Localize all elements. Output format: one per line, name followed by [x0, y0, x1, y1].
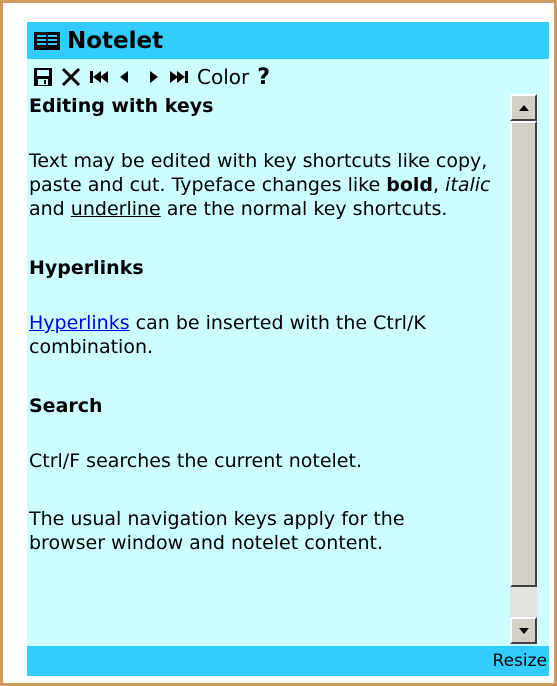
- section-heading-editing: Editing with keys: [29, 95, 214, 117]
- section-heading-hyperlinks: Hyperlinks: [29, 257, 144, 279]
- delete-icon[interactable]: [61, 65, 81, 89]
- scroll-down-button[interactable]: [510, 617, 537, 644]
- notelet-status-bar: Resize: [27, 646, 549, 676]
- last-icon[interactable]: [169, 65, 189, 89]
- first-icon[interactable]: [89, 65, 109, 89]
- scrollbar-thumb[interactable]: [510, 121, 537, 587]
- bold-word: bold: [386, 174, 433, 196]
- save-icon[interactable]: [33, 65, 53, 89]
- underline-word: underline: [70, 198, 161, 220]
- help-button[interactable]: ?: [257, 65, 270, 90]
- hyperlinks-link[interactable]: Hyperlinks: [29, 312, 130, 334]
- section-heading-search: Search: [29, 395, 103, 417]
- separator-2: and: [29, 198, 71, 220]
- italic-word: italic: [445, 174, 491, 196]
- trailing-text: The usual navigation keys apply for the: [29, 508, 405, 530]
- notelet-title-bar: Notelet: [27, 22, 549, 59]
- notelet-title: Notelet: [67, 27, 164, 54]
- color-button[interactable]: Color: [197, 65, 249, 89]
- scroll-up-button[interactable]: [510, 94, 537, 121]
- arrow-up-icon: [518, 104, 529, 111]
- notelet-content-area[interactable]: Editing with keys Text may be edited wit…: [27, 93, 549, 646]
- section-text-editing: Text may be edited with key shortcuts li…: [29, 149, 509, 221]
- notelet-toolbar: Color ?: [27, 61, 549, 93]
- previous-icon[interactable]: [117, 65, 131, 89]
- resize-handle[interactable]: Resize: [493, 651, 547, 671]
- editing-text-b: are the normal key shortcuts.: [160, 198, 448, 220]
- section-text-hyperlinks: Hyperlinks can be inserted with the Ctrl…: [29, 311, 509, 359]
- section-text-search: Ctrl/F searches the current notelet.: [29, 450, 362, 472]
- notelet-panel: Notelet Color ? Editing with keys Text m…: [27, 22, 549, 676]
- notelet-content[interactable]: Editing with keys Text may be edited wit…: [29, 93, 509, 555]
- trailing-text-cut: browser window and notelet content.: [29, 532, 384, 554]
- arrow-down-icon: [518, 627, 529, 634]
- separator-1: ,: [433, 174, 446, 196]
- vertical-scrollbar[interactable]: [510, 94, 537, 644]
- open-book-icon: [33, 30, 61, 52]
- next-icon[interactable]: [147, 65, 161, 89]
